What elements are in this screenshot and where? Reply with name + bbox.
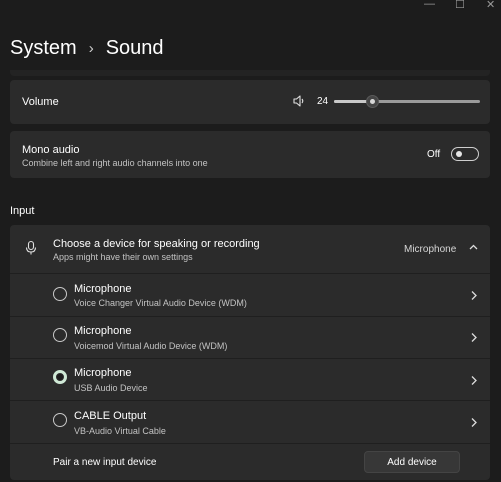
volume-label: Volume: [22, 96, 59, 108]
chevron-up-icon[interactable]: [468, 241, 479, 256]
divider: [10, 273, 490, 274]
volume-slider-thumb[interactable]: [366, 95, 379, 108]
chevron-right-icon[interactable]: [470, 416, 478, 431]
device-radio-3-selected[interactable]: [53, 370, 67, 384]
device-description-1: Voice Changer Virtual Audio Device (WDM): [74, 298, 247, 308]
input-chooser-subtitle: Apps might have their own settings: [53, 252, 193, 262]
input-chooser-selected: Microphone: [404, 244, 457, 255]
device-name-1: Microphone: [74, 283, 132, 295]
device-radio-1[interactable]: [53, 287, 67, 301]
toggle-knob: [456, 151, 462, 157]
device-radio-4[interactable]: [53, 413, 67, 427]
mono-audio-label: Mono audio: [22, 144, 80, 156]
chevron-right-icon[interactable]: [470, 289, 478, 304]
device-description-2: Voicemod Virtual Audio Device (WDM): [74, 341, 228, 351]
pair-device-label: Pair a new input device: [53, 457, 157, 468]
microphone-icon: [24, 240, 38, 261]
divider: [10, 358, 490, 359]
divider: [10, 400, 490, 401]
breadcrumb-separator: ›: [88, 39, 94, 57]
device-name-3: Microphone: [74, 367, 132, 379]
title-bar: — ☐ ✕: [0, 0, 501, 14]
breadcrumb-system[interactable]: System: [10, 37, 77, 60]
mono-audio-state: Off: [427, 149, 441, 160]
add-device-button[interactable]: Add device: [364, 451, 460, 473]
input-device-card: [10, 225, 490, 480]
divider: [10, 316, 490, 317]
device-description-3: USB Audio Device: [74, 383, 148, 393]
page-title: Sound: [105, 36, 164, 59]
volume-value: 24: [317, 96, 329, 107]
device-name-4: CABLE Output: [74, 410, 147, 422]
mono-audio-description: Combine left and right audio channels in…: [22, 158, 208, 168]
chevron-right-icon[interactable]: [470, 331, 478, 346]
divider: [10, 443, 490, 444]
speaker-icon[interactable]: [292, 94, 306, 113]
device-name-2: Microphone: [74, 325, 132, 337]
device-radio-2[interactable]: [53, 328, 67, 342]
volume-slider-fill: [334, 100, 370, 103]
close-button[interactable]: ✕: [486, 0, 495, 11]
input-chooser-title: Choose a device for speaking or recordin…: [53, 238, 260, 250]
chevron-right-icon[interactable]: [470, 374, 478, 389]
volume-slider[interactable]: [334, 100, 480, 103]
minimize-button[interactable]: —: [424, 0, 435, 10]
mono-audio-card: [10, 131, 490, 178]
device-description-4: VB-Audio Virtual Cable: [74, 426, 166, 436]
maximize-button[interactable]: ☐: [455, 0, 465, 11]
mono-audio-toggle[interactable]: [451, 147, 479, 161]
input-section-title: Input: [10, 205, 35, 217]
scrolled-content-edge: [10, 70, 490, 76]
breadcrumb: System › Sound: [10, 34, 164, 62]
